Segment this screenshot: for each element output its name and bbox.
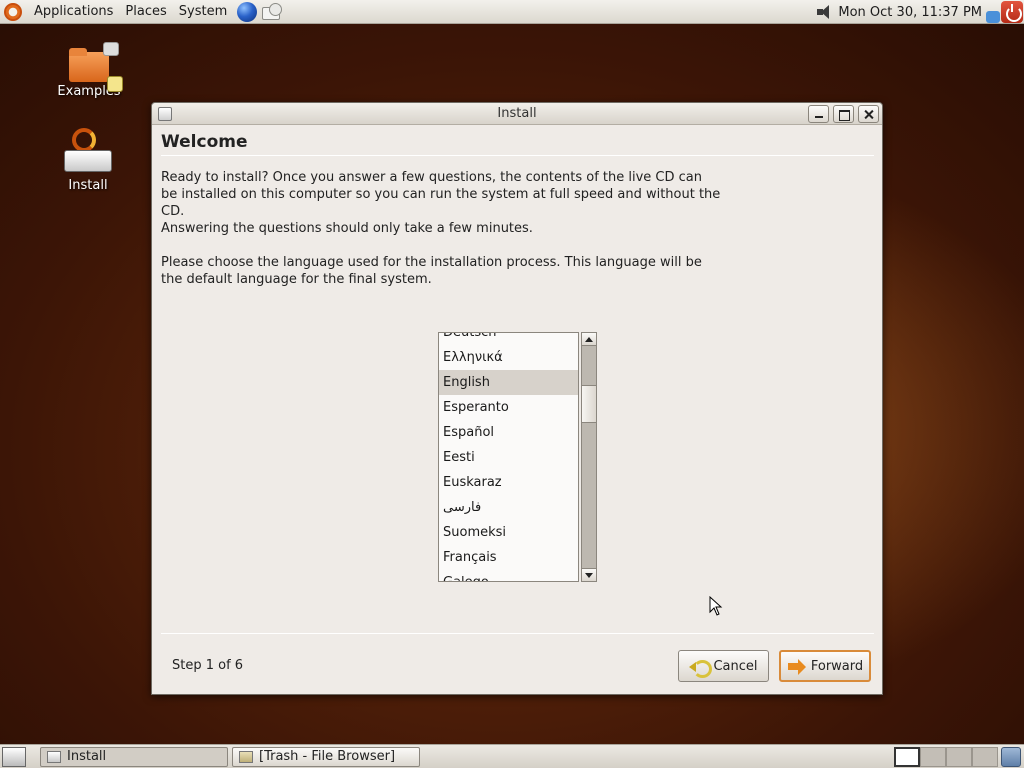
language-list-scrollbar[interactable] [581,332,597,582]
workspace-4[interactable] [972,747,998,767]
language-option[interactable]: فارسی [439,495,578,520]
close-icon[interactable] [858,105,879,123]
maximize-icon[interactable] [833,105,854,123]
workspace-switcher [894,747,998,767]
taskbar-item-install[interactable]: Install [40,747,228,767]
page-title: Welcome [161,132,248,152]
power-icon[interactable] [1001,1,1023,23]
clock[interactable]: Mon Oct 30, 11:37 PM [838,5,982,20]
language-option[interactable]: Deutsch [439,333,578,345]
workspace-1[interactable] [894,747,920,767]
window-titlebar[interactable]: Install [152,103,882,125]
undo-icon [689,658,713,678]
language-instruction-text: Please choose the language used for the … [161,255,702,287]
installer-small-icon [158,107,172,121]
arrow-right-icon [787,658,807,675]
bottom-panel: Install [Trash - File Browser] [0,744,1024,768]
divider [161,155,874,156]
volume-icon[interactable] [816,4,834,20]
file-browser-icon [239,751,253,763]
language-option[interactable]: Français [439,545,578,570]
desktop-icon-label: Install [68,178,108,193]
desktop-icon-examples[interactable]: Examples [51,42,127,99]
language-list[interactable]: Deutsch Ελληνικά English Esperanto Español Ee… [438,332,579,582]
mouse-cursor-icon [709,596,723,616]
menu-system[interactable]: System [173,0,233,24]
system-tray: Mon Oct 30, 11:37 PM [816,0,1024,24]
lock-emblem-icon [107,76,123,92]
language-option[interactable]: English [439,370,578,395]
language-option[interactable]: Eesti [439,445,578,470]
forward-button[interactable]: Forward [779,650,871,682]
email-client-icon[interactable] [260,2,283,22]
language-option[interactable]: Suomeksi [439,520,578,545]
cancel-button[interactable]: Cancel [678,650,769,682]
duration-text: Answering the questions should only take… [161,221,533,236]
taskbar-item-trash[interactable]: [Trash - File Browser] [232,747,420,767]
folder-icon [67,42,123,92]
minimize-icon[interactable] [808,105,829,123]
workspace-3[interactable] [946,747,972,767]
menu-applications[interactable]: Applications [28,0,119,24]
language-option[interactable]: Ελληνικά [439,345,578,370]
window-title: Install [497,106,537,121]
top-panel: Applications Places System Mon Oct 30, 1… [0,0,1024,24]
trash-icon[interactable] [1001,747,1021,767]
cancel-button-label: Cancel [713,658,758,674]
notification-icon[interactable] [986,11,1000,23]
language-option[interactable]: Galego [439,570,578,581]
link-emblem-icon [103,42,119,56]
menu-places[interactable]: Places [119,0,172,24]
step-indicator: Step 1 of 6 [172,658,244,673]
scroll-down-icon[interactable] [582,568,596,581]
divider [161,633,874,634]
installer-icon [62,128,114,176]
taskbar-item-label: Install [67,749,107,764]
language-option[interactable]: Euskaraz [439,470,578,495]
taskbar-item-label: [Trash - File Browser] [259,749,396,764]
desktop-icon-install[interactable]: Install [50,128,126,193]
language-option[interactable]: Esperanto [439,395,578,420]
language-option[interactable]: Español [439,420,578,445]
install-window: Install Welcome Ready to install? Once y… [151,102,883,695]
intro-text: Ready to install? Once you answer a few … [161,170,721,219]
forward-button-label: Forward [810,658,864,674]
scroll-thumb[interactable] [582,385,596,423]
installer-small-icon [47,751,61,763]
show-desktop-icon[interactable] [2,747,26,767]
ubuntu-logo-icon[interactable] [4,2,22,21]
workspace-2[interactable] [920,747,946,767]
web-browser-icon[interactable] [237,1,258,22]
scroll-up-icon[interactable] [582,333,596,346]
